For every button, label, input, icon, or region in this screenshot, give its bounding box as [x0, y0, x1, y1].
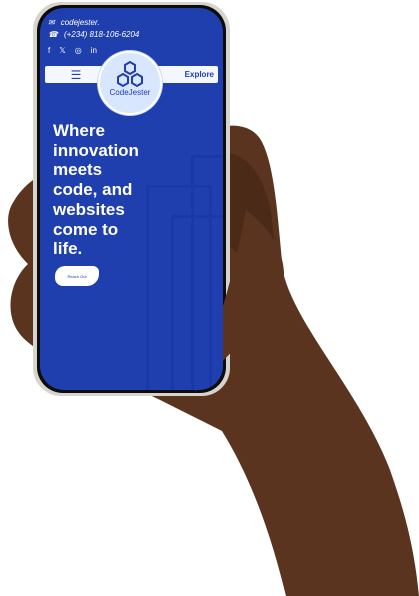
phone-row[interactable]: ☎ (+234) 818-106-6204 — [48, 30, 139, 39]
hero-line: Where — [53, 121, 105, 140]
decorative-lines — [128, 150, 223, 390]
mail-icon: ✉ — [48, 18, 55, 27]
explore-link[interactable]: Explore — [185, 66, 214, 83]
email-text: codejester. — [60, 18, 100, 27]
hamburger-icon[interactable]: ☰ — [71, 66, 82, 83]
social-links: f 𝕏 ◎ in — [48, 46, 97, 55]
hexagons-logo — [117, 60, 143, 88]
app-screen: ✉ codejester. ☎ (+234) 818-106-6204 f 𝕏 … — [40, 8, 223, 390]
reach-out-button[interactable]: Reach Out — [55, 266, 99, 286]
phone-text: (+234) 818-106-6204 — [63, 30, 140, 39]
brand-name: CodeJester — [109, 88, 151, 97]
reach-out-label: Reach Out — [67, 273, 87, 279]
facebook-icon[interactable]: f — [48, 46, 50, 55]
email-row[interactable]: ✉ codejester. — [48, 18, 100, 27]
phone-icon: ☎ — [48, 30, 58, 39]
decor-bar — [191, 155, 223, 390]
x-icon[interactable]: 𝕏 — [59, 46, 65, 55]
instagram-icon[interactable]: ◎ — [75, 46, 82, 55]
brand-logo[interactable]: CodeJester — [98, 51, 162, 115]
linkedin-icon[interactable]: in — [91, 46, 97, 55]
